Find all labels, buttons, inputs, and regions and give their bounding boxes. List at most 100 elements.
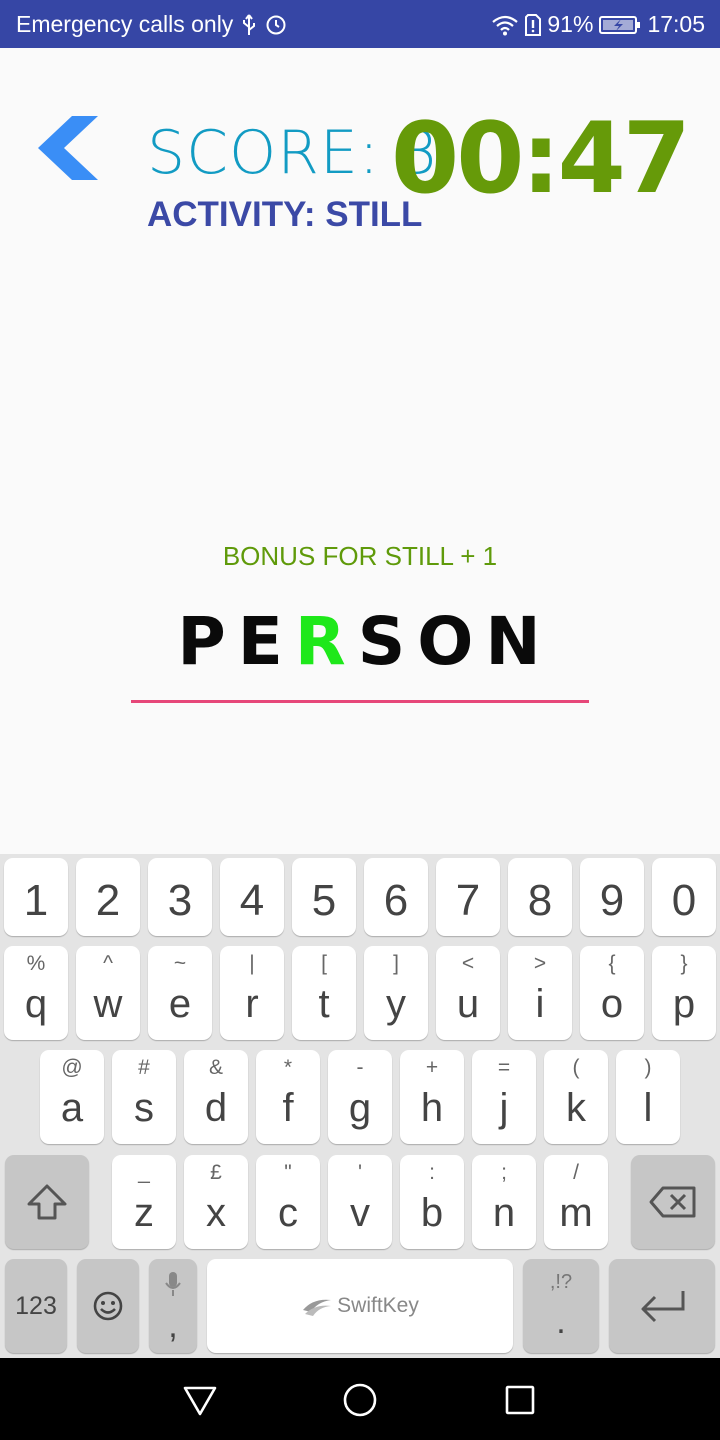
- enter-key[interactable]: [609, 1259, 715, 1353]
- key-label: h: [420, 1086, 444, 1130]
- key-secondary-label: (: [572, 1056, 580, 1079]
- key-8[interactable]: 8: [508, 858, 572, 936]
- key-m[interactable]: / m: [544, 1155, 608, 1249]
- key-f[interactable]: * f: [256, 1050, 320, 1144]
- microphone-icon: [165, 1272, 181, 1296]
- clock: 17:05: [647, 11, 705, 37]
- sim-alert-icon: [525, 13, 542, 36]
- key-label: c: [278, 1191, 298, 1235]
- key-1[interactable]: 1: [4, 858, 68, 936]
- key-i[interactable]: > i: [508, 946, 572, 1040]
- key-b[interactable]: :b: [400, 1155, 464, 1249]
- key-label: r: [245, 982, 259, 1026]
- battery-percent: 91%: [547, 11, 594, 37]
- key-s[interactable]: # s: [112, 1050, 176, 1144]
- back-triangle-icon[interactable]: [180, 1380, 220, 1420]
- key-secondary-label: %: [26, 952, 46, 975]
- key-0[interactable]: 0: [652, 858, 716, 936]
- key-label: 3: [167, 876, 193, 925]
- key-9[interactable]: 9: [580, 858, 644, 936]
- swiftkey-keyboard: 123 , SwiftKey ,!? . 1 2 3 4 5 6 7 8 9 0% q ^ w ~ e | r[…: [0, 854, 720, 1358]
- key-o[interactable]: {o: [580, 946, 644, 1040]
- backspace-key[interactable]: [631, 1155, 715, 1249]
- key-a[interactable]: @ a: [40, 1050, 104, 1144]
- battery-charging-icon: [599, 14, 641, 36]
- alarm-icon: [265, 14, 287, 36]
- enter-icon: [641, 1291, 685, 1323]
- key-secondary-label: /: [573, 1161, 579, 1184]
- key-l[interactable]: ) l: [616, 1050, 680, 1144]
- key-h[interactable]: + h: [400, 1050, 464, 1144]
- carrier-text: Emergency calls only: [16, 11, 234, 37]
- word-letter: O: [417, 603, 486, 680]
- key-w[interactable]: ^ w: [76, 946, 140, 1040]
- back-button[interactable]: [34, 114, 100, 182]
- input-underline: [131, 700, 589, 703]
- word-letter-highlighted: R: [294, 603, 358, 680]
- key-secondary-label: ': [357, 1161, 362, 1184]
- key-label: s: [134, 1086, 154, 1130]
- key-secondary-label: ;: [501, 1161, 507, 1184]
- comma-key[interactable]: ,: [149, 1259, 197, 1353]
- home-circle-icon[interactable]: [340, 1380, 380, 1420]
- key-secondary-label: >: [533, 952, 547, 975]
- key-label: j: [499, 1086, 509, 1130]
- key-secondary-label: }: [680, 952, 688, 975]
- key-u[interactable]: < u: [436, 946, 500, 1040]
- key-v[interactable]: ' v: [328, 1155, 392, 1249]
- key-5[interactable]: 5: [292, 858, 356, 936]
- key-e[interactable]: ~ e: [148, 946, 212, 1040]
- key-d[interactable]: & d: [184, 1050, 248, 1144]
- key-label: q: [24, 982, 48, 1026]
- key-2[interactable]: 2: [76, 858, 140, 936]
- key-6[interactable]: 6: [364, 858, 428, 936]
- key-j[interactable]: = j: [472, 1050, 536, 1144]
- emoji-key[interactable]: [77, 1259, 139, 1353]
- key-label: p: [672, 982, 696, 1026]
- navigation-bar: [0, 1358, 720, 1440]
- key-p[interactable]: } p: [652, 946, 716, 1040]
- shift-icon: [27, 1184, 67, 1220]
- key-z[interactable]: _ z: [112, 1155, 176, 1249]
- key-secondary-label: *: [283, 1056, 293, 1079]
- key-secondary-label: ^: [103, 952, 113, 975]
- key-label: 7: [455, 876, 481, 925]
- key-y[interactable]: ] y: [364, 946, 428, 1040]
- recents-square-icon[interactable]: [500, 1380, 540, 1420]
- key-3[interactable]: 3: [148, 858, 212, 936]
- wifi-icon: [491, 14, 519, 36]
- word-letter: N: [485, 603, 553, 680]
- key-x[interactable]: £ x: [184, 1155, 248, 1249]
- key-c[interactable]: " c: [256, 1155, 320, 1249]
- key-secondary-label: #: [138, 1056, 150, 1079]
- symbols-key[interactable]: 123: [5, 1259, 67, 1353]
- shift-key[interactable]: [5, 1155, 89, 1249]
- key-q[interactable]: % q: [4, 946, 68, 1040]
- key-label: o: [600, 982, 624, 1026]
- space-bar[interactable]: SwiftKey: [207, 1259, 513, 1353]
- period-key[interactable]: ,!? .: [523, 1259, 599, 1353]
- key-4[interactable]: 4: [220, 858, 284, 936]
- key-secondary-label: £: [210, 1161, 222, 1184]
- key-n[interactable]: ; n: [472, 1155, 536, 1249]
- key-7[interactable]: 7: [436, 858, 500, 936]
- key-g[interactable]: -g: [328, 1050, 392, 1144]
- key-label: u: [456, 982, 480, 1026]
- key-secondary-label: ]: [393, 952, 399, 975]
- key-r[interactable]: | r: [220, 946, 284, 1040]
- key-label: l: [643, 1086, 653, 1130]
- key-label: 6: [383, 876, 409, 925]
- key-secondary-label: <: [461, 952, 475, 975]
- key-label: x: [206, 1191, 226, 1235]
- key-secondary-label: +: [425, 1056, 439, 1079]
- usb-icon: [241, 13, 257, 37]
- space-bar-label: SwiftKey: [337, 1294, 419, 1317]
- key-t[interactable]: [t: [292, 946, 356, 1040]
- key-secondary-label: -: [356, 1056, 364, 1079]
- key-label: g: [348, 1086, 372, 1130]
- key-secondary-label: &: [208, 1056, 223, 1079]
- key-label: k: [566, 1086, 586, 1130]
- key-label: 4: [239, 876, 265, 925]
- key-k[interactable]: (k: [544, 1050, 608, 1144]
- key-label: 0: [671, 876, 697, 925]
